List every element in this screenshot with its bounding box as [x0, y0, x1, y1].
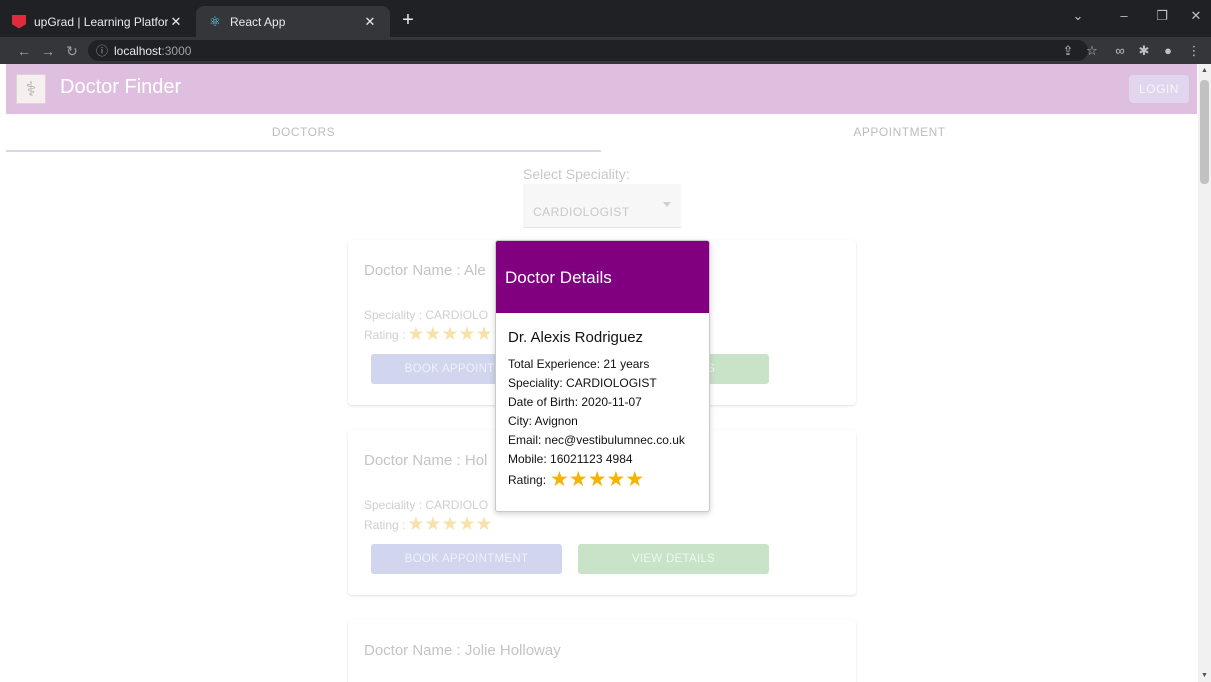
page-tabs: DOCTORS APPOINTMENT	[6, 114, 1197, 152]
close-window-icon[interactable]: ✕	[1184, 8, 1208, 24]
profile-avatar-icon[interactable]: ●	[1158, 41, 1178, 61]
star-icon: ★	[458, 514, 476, 535]
modal-mobile: Mobile: 16021123 4984	[508, 452, 633, 466]
browser-tab-label: upGrad | Learning Platform	[34, 14, 168, 29]
reload-icon[interactable]: ↻	[62, 41, 82, 61]
url-host: localhost	[114, 43, 162, 58]
modal-rating-stars: ★ ★ ★ ★ ★	[550, 468, 645, 491]
doctor-card: Doctor Name : Jolie Holloway	[348, 620, 856, 682]
address-bar: ← → ↻ ⓘ localhost:3000 ⇪ ☆ ∞ ✱ ● ⋮	[0, 37, 1211, 64]
doctor-name: Doctor Name : Ale	[364, 262, 486, 279]
star-icon: ★	[441, 514, 459, 535]
doctor-speciality: Speciality : CARDIOLO	[364, 308, 489, 322]
restore-icon[interactable]: ❐	[1150, 8, 1174, 24]
page-scrollbar[interactable]: ▲ ▼	[1198, 64, 1211, 682]
modal-rating-label: Rating:	[508, 473, 547, 487]
rating-stars: ★ ★ ★ ★ ★	[407, 514, 493, 535]
star-icon: ★	[441, 324, 459, 345]
modal-header: Doctor Details	[496, 241, 709, 313]
minimize-icon[interactable]: –	[1112, 8, 1136, 23]
star-icon: ★	[407, 324, 425, 345]
extensions-puzzle-icon[interactable]: ✱	[1134, 41, 1154, 61]
forward-icon[interactable]: →	[38, 41, 58, 61]
modal-speciality: Speciality: CARDIOLOGIST	[508, 376, 657, 390]
doctor-speciality: Speciality : CARDIOLO	[364, 498, 489, 512]
rating-stars: ★ ★ ★ ★ ★	[407, 324, 493, 345]
star-icon: ★	[550, 468, 569, 491]
star-icon: ★	[424, 324, 442, 345]
speciality-label: Select Speciality:	[523, 166, 630, 182]
app-title: Doctor Finder	[60, 76, 182, 98]
login-button[interactable]: LOGIN	[1129, 75, 1189, 103]
url-input[interactable]: ⓘ localhost:3000	[88, 40, 1088, 61]
caduceus-logo-icon: ⚕	[16, 74, 46, 104]
site-info-icon[interactable]: ⓘ	[96, 42, 108, 59]
scroll-up-icon[interactable]: ▲	[1198, 64, 1211, 77]
star-icon: ★	[625, 468, 645, 491]
star-icon: ★	[568, 468, 588, 491]
star-icon: ★	[407, 514, 425, 535]
browser-tab-label: React App	[230, 14, 286, 29]
scroll-down-icon[interactable]: ▼	[1198, 669, 1211, 682]
modal-rating: Rating: ★ ★ ★ ★ ★	[508, 468, 708, 491]
tab-search-icon[interactable]: ⌄	[1066, 8, 1090, 24]
modal-experience: Total Experience: 21 years	[508, 357, 650, 371]
rating-label: Rating :	[364, 518, 406, 532]
close-tab-icon[interactable]: ✕	[168, 14, 184, 30]
star-icon: ★	[606, 468, 626, 491]
modal-body: Dr. Alexis Rodriguez Total Experience: 2…	[508, 329, 708, 490]
book-appointment-button[interactable]: BOOK APPOINTMENT	[371, 544, 562, 574]
tab-doctors[interactable]: DOCTORS	[6, 114, 601, 152]
new-tab-icon[interactable]: +	[396, 9, 420, 33]
modal-dob: Date of Birth: 2020-11-07	[508, 395, 642, 409]
star-icon: ★	[475, 514, 493, 535]
tab-indicator	[6, 150, 601, 152]
scrollbar-thumb[interactable]	[1200, 80, 1209, 184]
star-icon: ★	[458, 324, 476, 345]
modal-email: Email: nec@vestibulumnec.co.uk	[508, 433, 685, 447]
browser-tab-react-app[interactable]: ⚛ React App ✕	[196, 6, 390, 37]
doctor-rating: Rating : ★ ★ ★ ★ ★	[364, 514, 493, 535]
modal-doctor-name: Dr. Alexis Rodriguez	[508, 329, 644, 346]
share-icon[interactable]: ⇪	[1058, 41, 1078, 61]
url-port: :3000	[161, 43, 192, 58]
doctor-rating: Rating : ★ ★ ★ ★ ★	[364, 324, 493, 345]
back-icon[interactable]: ←	[14, 41, 34, 61]
doctor-name: Doctor Name : Hol	[364, 452, 488, 469]
modal-city: City: Avignon	[508, 414, 578, 428]
star-icon: ★	[587, 468, 607, 491]
extension-glasses-icon[interactable]: ∞	[1110, 41, 1130, 61]
close-tab-icon[interactable]: ✕	[362, 14, 378, 30]
bookmark-star-icon[interactable]: ☆	[1082, 41, 1102, 61]
doctor-name: Doctor Name : Jolie Holloway	[364, 642, 561, 659]
doctor-details-modal: Doctor Details Dr. Alexis Rodriguez Tota…	[495, 240, 710, 512]
browser-menu-icon[interactable]: ⋮	[1184, 41, 1204, 61]
star-icon: ★	[475, 324, 493, 345]
modal-title: Doctor Details	[505, 268, 612, 287]
speciality-select[interactable]: CARDIOLOGIST	[523, 184, 681, 228]
page-viewport: ⚕ Doctor Finder LOGIN DOCTORS APPOINTMEN…	[0, 64, 1211, 682]
browser-tab-bar: upGrad | Learning Platform ✕ ⚛ React App…	[0, 0, 1211, 37]
app-header: ⚕ Doctor Finder LOGIN	[6, 64, 1197, 114]
rating-label: Rating :	[364, 328, 406, 342]
tab-appointment[interactable]: APPOINTMENT	[602, 114, 1197, 152]
star-icon: ★	[424, 514, 442, 535]
speciality-select-value: CARDIOLOGIST	[533, 205, 630, 219]
browser-tab-upgrad[interactable]: upGrad | Learning Platform ✕	[0, 6, 196, 37]
react-favicon-icon: ⚛	[209, 13, 221, 29]
view-details-button[interactable]: VIEW DETAILS	[578, 544, 769, 574]
upgrad-favicon-icon	[12, 14, 26, 29]
chevron-down-icon	[663, 202, 671, 207]
